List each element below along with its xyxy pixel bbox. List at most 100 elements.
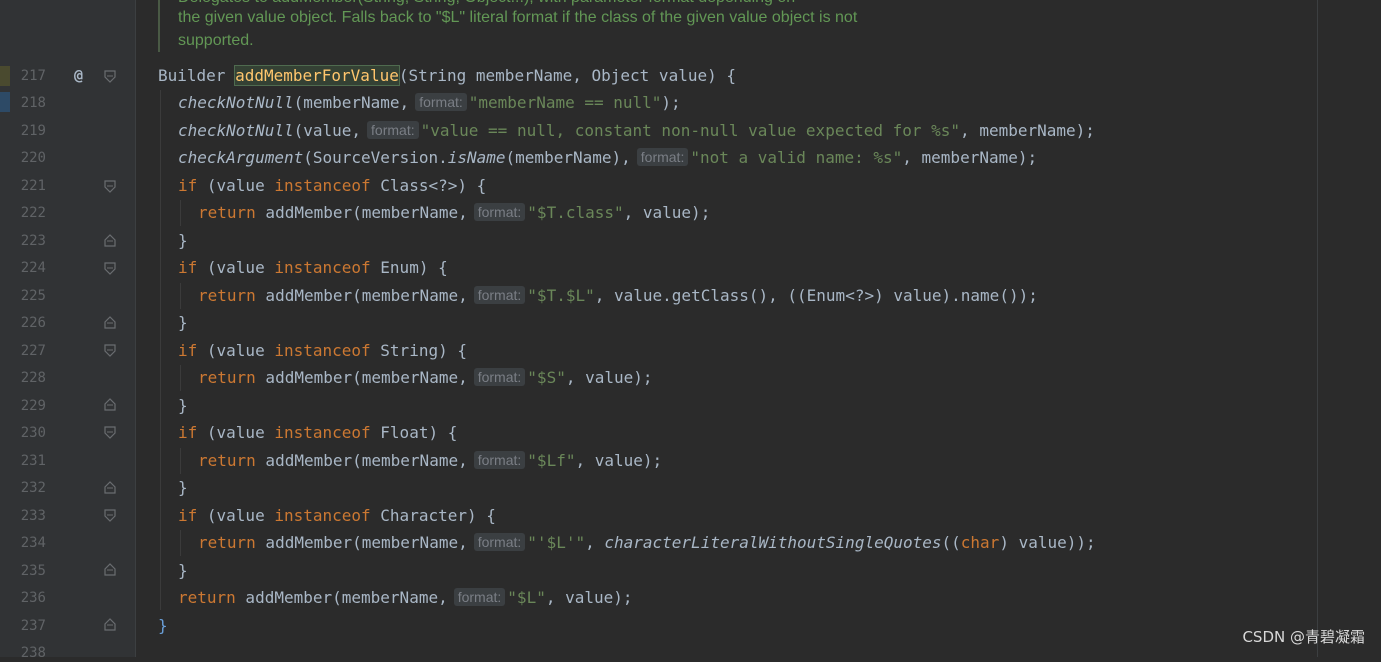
code-line-234[interactable]: return addMember(memberName, format: "'$L'… — [198, 532, 1096, 554]
code-line-219[interactable]: checkNotNull(value, format: "value == null… — [178, 120, 1095, 142]
expr: (value — [197, 423, 275, 442]
code-line-227[interactable]: if (value instanceof String) { — [178, 340, 467, 362]
expr: addMember(memberName, — [255, 533, 468, 552]
fold-toggle-icon[interactable] — [104, 426, 116, 439]
keyword: char — [960, 533, 1000, 552]
indent-guide — [180, 365, 181, 391]
call: checkNotNull — [178, 121, 294, 140]
brace: } — [178, 231, 188, 250]
code-line-224[interactable]: if (value instanceof Enum) { — [178, 257, 448, 279]
line-number: 226 — [20, 315, 46, 331]
call: checkArgument — [178, 148, 304, 167]
fold-toggle-icon[interactable] — [104, 262, 116, 275]
brace: } — [178, 561, 188, 580]
call: characterLiteralWithoutSingleQuotes — [604, 533, 942, 552]
method-params: (String memberName, Object value) { — [398, 66, 736, 85]
line-number: 233 — [20, 508, 46, 524]
method-name-highlight[interactable]: addMemberForValue — [234, 65, 400, 86]
args-close: , value); — [565, 368, 653, 387]
indent-guide — [180, 530, 181, 556]
param-hint: format: — [453, 588, 506, 606]
code-line-236[interactable]: return addMember(memberName, format: "$L",… — [178, 587, 633, 609]
line-number: 228 — [20, 370, 46, 386]
fold-toggle-icon[interactable] — [104, 70, 116, 83]
expr: (value — [197, 341, 275, 360]
line-number: 219 — [20, 123, 46, 139]
param-hint: format: — [367, 121, 419, 139]
keyword: return — [198, 368, 256, 387]
code-line-230[interactable]: if (value instanceof Float) { — [178, 422, 457, 444]
code-line-232[interactable]: } — [178, 477, 188, 499]
doc-line: Delegates to addMember(String, String, O… — [178, 0, 795, 8]
args-close: ) value)); — [999, 533, 1096, 552]
param-hint: format: — [636, 148, 689, 166]
args-close: ); — [661, 93, 681, 112]
string-literal: "$T.class" — [527, 203, 624, 222]
comma: , — [585, 533, 605, 552]
code-line-217[interactable]: Builder addMemberForValue(String memberN… — [158, 65, 736, 87]
code-line-228[interactable]: return addMember(memberName, format: "$S",… — [198, 367, 653, 389]
call: checkNotNull — [178, 93, 294, 112]
expr: (value — [197, 258, 275, 277]
param-hint: format: — [473, 286, 526, 304]
args-close: , value); — [545, 588, 633, 607]
fold-end-icon[interactable] — [104, 234, 116, 247]
code-line-226[interactable]: } — [178, 312, 188, 334]
watermark: CSDN @青碧凝霜 — [1242, 628, 1365, 646]
line-number: 232 — [20, 480, 46, 496]
expr: addMember(memberName, — [255, 203, 468, 222]
string-literal: "$L" — [507, 588, 546, 607]
code-line-220[interactable]: checkArgument(SourceVersion.isName(membe… — [178, 147, 1037, 169]
args-close: , memberName); — [902, 148, 1038, 167]
keyword: return — [178, 588, 236, 607]
gutter-separator — [135, 0, 136, 657]
fold-end-icon[interactable] — [104, 398, 116, 411]
keyword: if — [178, 506, 198, 525]
code-line-235[interactable]: } — [178, 560, 188, 582]
param-hint: format: — [473, 451, 526, 469]
expr: String) { — [370, 341, 467, 360]
fold-toggle-icon[interactable] — [104, 509, 116, 522]
code-line-221[interactable]: if (value instanceof Class<?>) { — [178, 175, 486, 197]
expr: addMember(memberName, — [255, 368, 468, 387]
line-number: 224 — [20, 260, 46, 276]
args: (SourceVersion. — [303, 148, 448, 167]
left-selection-marker — [0, 92, 10, 112]
left-edge-strip — [0, 0, 10, 657]
override-marker-icon[interactable]: @ — [74, 66, 83, 84]
fold-end-icon[interactable] — [104, 316, 116, 329]
args-close: , value); — [575, 451, 663, 470]
indent-guide — [180, 448, 181, 474]
code-line-229[interactable]: } — [178, 395, 188, 417]
code-line-237[interactable]: } — [158, 615, 168, 637]
args-close: , memberName); — [960, 121, 1095, 140]
args: (memberName, — [293, 93, 410, 112]
line-number: 234 — [20, 535, 46, 551]
keyword: return — [198, 286, 256, 305]
code-line-231[interactable]: return addMember(memberName, format: "$Lf"… — [198, 450, 662, 472]
code-line-223[interactable]: } — [178, 230, 188, 252]
fold-end-icon[interactable] — [104, 618, 116, 631]
fold-end-icon[interactable] — [104, 563, 116, 576]
line-number: 220 — [20, 150, 46, 166]
indent-guide — [180, 283, 181, 309]
code-line-225[interactable]: return addMember(memberName, format: "$T.$… — [198, 285, 1038, 307]
fold-toggle-icon[interactable] — [104, 180, 116, 193]
line-number: 223 — [20, 233, 46, 249]
args-close: , value); — [623, 203, 711, 222]
param-hint: format: — [473, 533, 526, 551]
code-line-222[interactable]: return addMember(memberName, format: "$T.c… — [198, 202, 710, 224]
string-literal: "memberName == null" — [468, 93, 662, 112]
code-line-218[interactable]: checkNotNull(memberName, format: "memberNa… — [178, 92, 681, 114]
line-number: 236 — [20, 590, 46, 606]
param-hint: format: — [473, 368, 526, 386]
param-hint: format: — [473, 203, 526, 221]
args: (value, — [293, 121, 362, 140]
line-number: 229 — [20, 398, 46, 414]
fold-toggle-icon[interactable] — [104, 344, 116, 357]
string-literal: "value == null, constant non-null value … — [420, 121, 961, 140]
code-line-233[interactable]: if (value instanceof Character) { — [178, 505, 496, 527]
string-literal: "$Lf" — [527, 451, 576, 470]
expr: (value — [197, 506, 275, 525]
fold-end-icon[interactable] — [104, 481, 116, 494]
